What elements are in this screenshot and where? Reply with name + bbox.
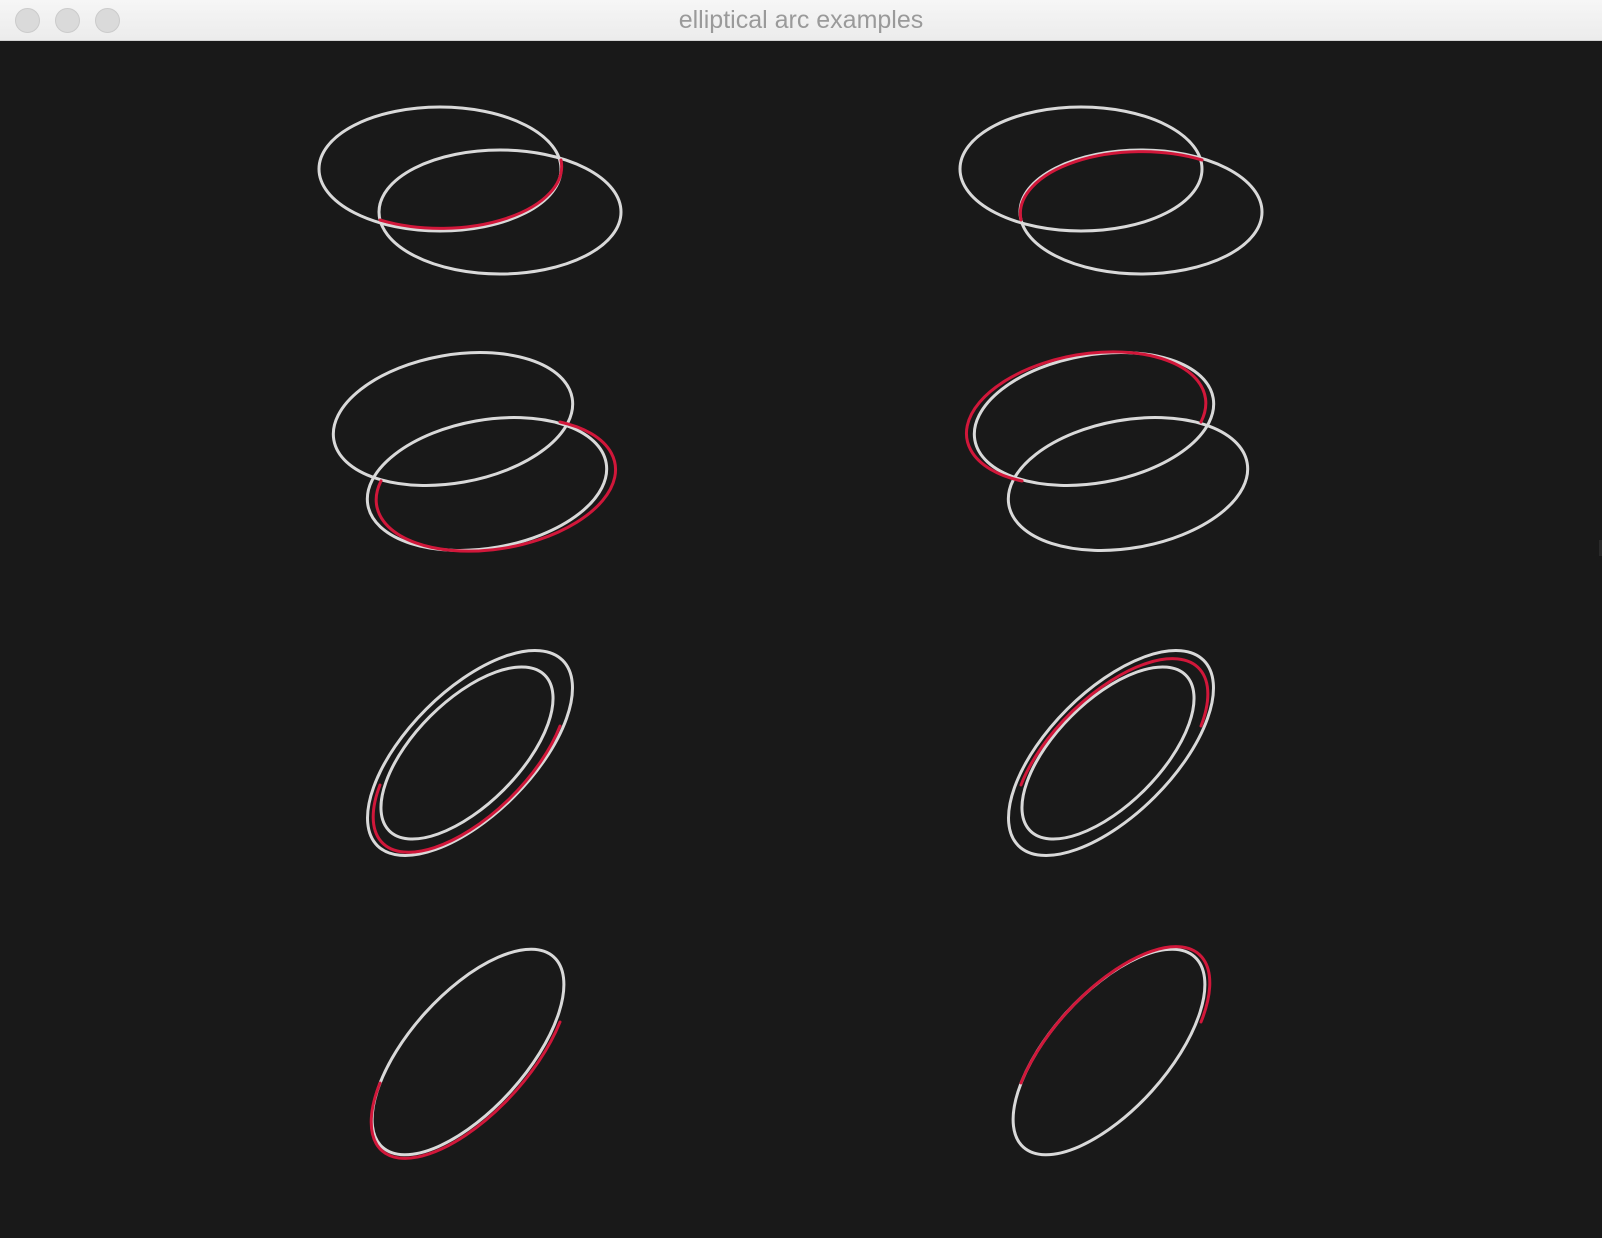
highlighted-arc xyxy=(369,1020,562,1160)
example-row2-right xyxy=(965,350,1250,552)
ellipse-outline xyxy=(958,105,1204,233)
arc-examples-svg xyxy=(317,105,1264,1160)
highlighted-arc xyxy=(1019,945,1212,1085)
example-row2-left xyxy=(331,351,617,553)
example-row1-left xyxy=(317,105,623,276)
ellipse-outline xyxy=(366,649,574,857)
example-row3-left xyxy=(366,649,574,857)
ellipse-outline xyxy=(1007,649,1215,857)
window-title: elliptical arc examples xyxy=(678,6,924,34)
drawing-canvas xyxy=(0,42,1602,1238)
example-row3-right xyxy=(1007,649,1215,857)
ellipse-outline xyxy=(1011,947,1207,1157)
example-row1-right xyxy=(958,105,1264,276)
highlighted-arc xyxy=(378,158,564,230)
example-row4-left xyxy=(369,947,566,1160)
title-bar[interactable]: elliptical arc examples xyxy=(0,0,1602,41)
example-row4-right xyxy=(1011,945,1212,1157)
app-window: elliptical arc examples xyxy=(0,0,1602,1238)
highlighted-arc xyxy=(371,724,562,854)
ellipse-outline xyxy=(377,148,623,276)
